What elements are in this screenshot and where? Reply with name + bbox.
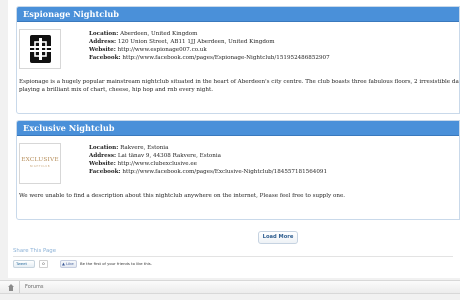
like-button[interactable]: ▲ Like	[60, 260, 77, 268]
address-label: Address:	[89, 153, 117, 159]
breadcrumb-item-forums[interactable]: Forums	[25, 284, 43, 290]
thumbs-up-icon: ▲	[62, 261, 65, 266]
exclusive-logo-icon[interactable]: EXCLUSIVE NIGHTCLUB	[19, 143, 61, 184]
facebook-label: Facebook:	[89, 169, 121, 175]
location-value: Aberdeen, United Kingdom	[120, 31, 198, 37]
nightclub-title[interactable]: Exclusive Nightclub	[17, 121, 459, 136]
like-prompt: Be the first of your friends to like thi…	[80, 261, 152, 266]
logo-text: EXCLUSIVE	[21, 157, 59, 163]
description-line: Espionage is a hugely popular mainstream…	[19, 79, 459, 85]
facebook-label: Facebook:	[89, 55, 121, 61]
tweet-button[interactable]: Tweet	[13, 260, 35, 268]
logo-subtext: NIGHTCLUB	[29, 165, 51, 168]
nightclub-card: Exclusive Nightclub EXCLUSIVE NIGHTCLUB …	[16, 120, 460, 220]
website-label: Website:	[89, 161, 116, 167]
facebook-link[interactable]: http://www.facebook.com/pages/Espionage-…	[122, 55, 329, 61]
club-description: Espionage is a hugely popular mainstream…	[19, 78, 459, 94]
load-more-button[interactable]: Load More	[258, 231, 298, 244]
tweet-count: 0	[39, 260, 48, 268]
address-label: Address:	[89, 39, 117, 45]
facebook-link[interactable]: http://www.facebook.com/pages/Exclusive-…	[122, 169, 327, 175]
breadcrumb-separator	[19, 281, 20, 293]
club-info: Location: Rakvere, Estonia Address: Lai …	[89, 144, 327, 176]
home-icon[interactable]	[8, 284, 14, 291]
club-description: We were unable to find a description abo…	[19, 192, 459, 200]
website-label: Website:	[89, 47, 116, 53]
description-line: playing a brilliant mix of chart, cheese…	[19, 87, 213, 93]
like-label: Like	[66, 261, 74, 266]
website-link[interactable]: http://www.espionage007.co.uk	[118, 47, 207, 53]
nightclub-card: Espionage Nightclub Location: Aberdeen, …	[16, 6, 460, 114]
website-link[interactable]: http://www.clubexclusive.ee	[118, 161, 197, 167]
address-value: 120 Union Street, AB11 1JJ Aberdeen, Uni…	[117, 39, 275, 45]
share-title: Share This Page	[13, 248, 57, 254]
location-label: Location:	[89, 145, 119, 151]
nightclub-title[interactable]: Espionage Nightclub	[17, 7, 459, 22]
breadcrumb: Forums	[0, 280, 460, 294]
location-label: Location:	[89, 31, 119, 37]
divider	[13, 256, 453, 257]
tweet-label: Tweet	[16, 261, 27, 266]
description-line: We were unable to find a description abo…	[19, 193, 346, 199]
location-value: Rakvere, Estonia	[120, 145, 169, 151]
address-value: Lai tänav 9, 44308 Rakvere, Estonia	[117, 153, 221, 159]
espionage-logo-icon[interactable]	[19, 29, 61, 69]
club-info: Location: Aberdeen, United Kingdom Addre…	[89, 30, 330, 62]
